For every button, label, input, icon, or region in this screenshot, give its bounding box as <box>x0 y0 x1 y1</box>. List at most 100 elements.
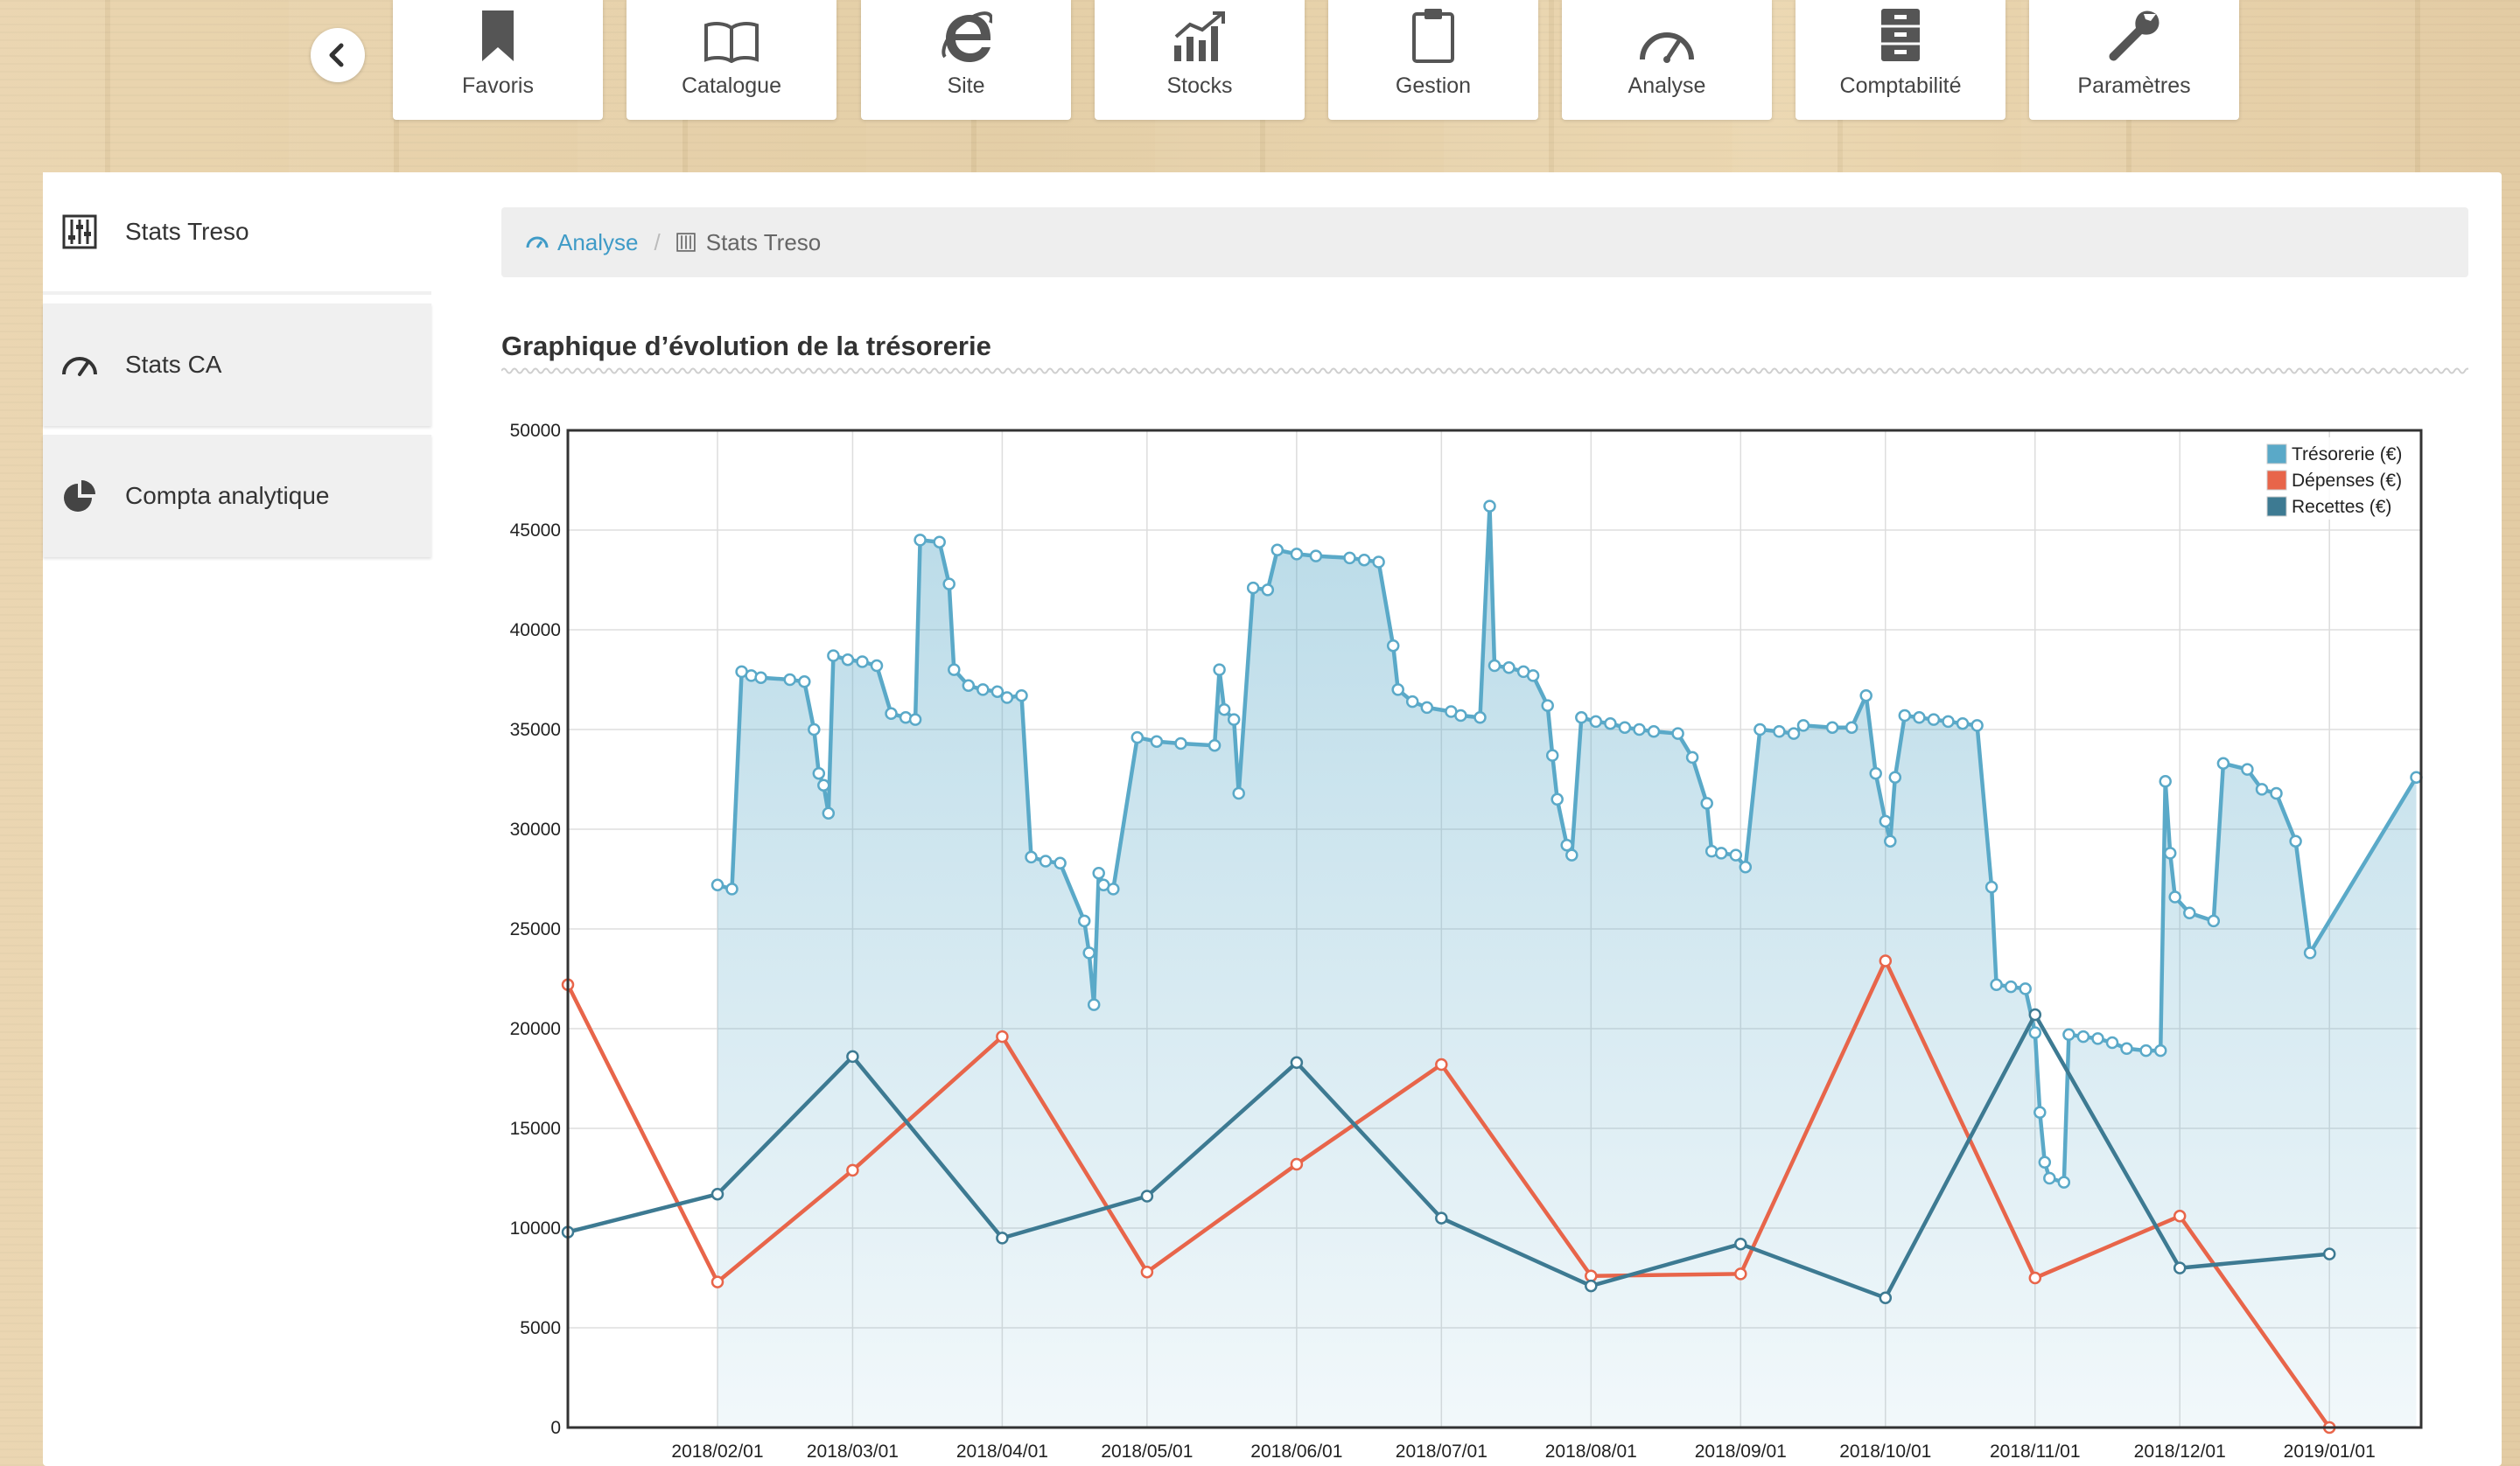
nav-tile-favoris[interactable]: Favoris <box>393 0 603 120</box>
data-point-tresorerie <box>2241 763 2254 776</box>
data-point-tresorerie <box>754 671 767 684</box>
sliders-icon <box>60 213 99 251</box>
data-point-tresorerie <box>2004 980 2018 994</box>
data-point-tresorerie <box>1671 727 1684 740</box>
data-point-depenses <box>710 1275 724 1288</box>
data-point-depenses <box>2028 1271 2042 1285</box>
data-point-tresorerie <box>1025 850 1038 864</box>
data-point-recettes <box>2173 1261 2187 1274</box>
data-point-tresorerie <box>2019 982 2032 995</box>
data-point-tresorerie <box>1545 749 1559 762</box>
internet-explorer-icon <box>942 11 992 62</box>
y-tick-label: 5000 <box>520 1318 561 1338</box>
data-point-tresorerie <box>2207 914 2221 928</box>
data-point-tresorerie <box>1754 723 1767 736</box>
back-button[interactable] <box>311 28 365 82</box>
sidebar-item-stats-treso[interactable]: Stats Treso <box>43 172 431 295</box>
data-point-tresorerie <box>798 675 811 688</box>
data-point-tresorerie <box>1217 702 1231 716</box>
nav-tile-comptabilite[interactable]: Comptabilité <box>1796 0 2006 120</box>
data-point-tresorerie <box>1825 721 1839 734</box>
nav-tile-analyse[interactable]: Analyse <box>1562 0 1772 120</box>
data-point-tresorerie <box>2057 1176 2071 1189</box>
x-tick-label: 2018/06/01 <box>1250 1442 1342 1462</box>
data-point-tresorerie <box>2303 946 2317 960</box>
gauge-icon <box>60 346 99 384</box>
data-point-tresorerie <box>1526 669 1540 682</box>
data-point-tresorerie <box>1560 838 1573 852</box>
data-point-recettes <box>2322 1247 2336 1260</box>
sidebar-item-label: Compta analytique <box>125 482 330 509</box>
data-point-tresorerie <box>2159 775 2172 788</box>
sidebar-item-compta-analytique[interactable]: Compta analytique <box>43 435 431 557</box>
data-point-recettes <box>1734 1237 1747 1251</box>
archive-cabinet-icon <box>1881 9 1920 61</box>
data-point-tresorerie <box>1309 549 1323 562</box>
data-point-tresorerie <box>1942 715 1955 729</box>
x-tick-label: 2018/09/01 <box>1695 1442 1787 1462</box>
nav-tile-stocks[interactable]: Stocks <box>1095 0 1305 120</box>
legend-swatch <box>2266 443 2287 464</box>
data-point-recettes <box>1879 1291 1893 1305</box>
data-point-tresorerie <box>933 535 946 548</box>
data-point-recettes <box>996 1232 1009 1245</box>
data-point-tresorerie <box>1372 555 1385 569</box>
data-point-tresorerie <box>1343 551 1356 565</box>
data-point-tresorerie <box>1000 691 1014 704</box>
nav-tile-site[interactable]: Site <box>861 0 1071 120</box>
data-point-depenses <box>1879 954 1893 967</box>
book-icon <box>704 22 759 63</box>
data-point-tresorerie <box>1647 725 1661 738</box>
data-point-tresorerie <box>1714 847 1728 860</box>
data-point-tresorerie <box>2091 1032 2104 1045</box>
data-point-tresorerie <box>1859 688 1872 702</box>
nav-label: Paramètres <box>2077 73 2191 98</box>
data-point-tresorerie <box>1290 548 1304 561</box>
data-point-recettes <box>1435 1211 1448 1225</box>
data-point-depenses <box>1290 1157 1304 1171</box>
data-point-tresorerie <box>1796 719 1810 732</box>
data-point-tresorerie <box>822 806 836 820</box>
data-point-tresorerie <box>1618 721 1632 734</box>
sidebar-item-stats-ca[interactable]: Stats CA <box>43 304 431 426</box>
data-point-tresorerie <box>2153 1044 2167 1058</box>
legend-swatch <box>2266 470 2287 491</box>
data-point-recettes <box>1140 1190 1154 1203</box>
y-tick-label: 40000 <box>510 620 561 640</box>
data-point-tresorerie <box>1550 792 1564 806</box>
sliders-icon <box>676 233 696 252</box>
wrench-icon <box>2109 10 2160 61</box>
x-tick-label: 2018/02/01 <box>671 1442 763 1462</box>
data-point-tresorerie <box>2139 1044 2152 1058</box>
y-tick-label: 0 <box>550 1418 561 1438</box>
y-tick-label: 10000 <box>510 1218 561 1239</box>
x-tick-label: 2018/12/01 <box>2134 1442 2226 1462</box>
x-tick-label: 2018/10/01 <box>1839 1442 1931 1462</box>
breadcrumb-link-analyse[interactable]: Analyse <box>557 229 639 256</box>
data-point-tresorerie <box>1888 771 1902 784</box>
data-point-tresorerie <box>2216 757 2230 771</box>
data-point-depenses <box>846 1163 859 1177</box>
treasury-chart: 0 5000 10000 15000 20000 25000 30000 35000 40000… <box>510 421 2423 1462</box>
data-point-tresorerie <box>1474 711 1487 724</box>
data-point-tresorerie <box>725 883 738 896</box>
data-point-tresorerie <box>1150 735 1164 748</box>
data-point-tresorerie <box>1541 699 1554 712</box>
data-point-tresorerie <box>976 683 990 696</box>
data-point-tresorerie <box>1454 709 1467 723</box>
data-point-tresorerie <box>1685 750 1699 764</box>
nav-tile-gestion[interactable]: Gestion <box>1328 0 1538 120</box>
nav-tile-catalogue[interactable]: Catalogue <box>626 0 836 120</box>
breadcrumb-separator: / <box>654 228 661 255</box>
legend-label: Trésorerie (€) <box>2292 444 2402 464</box>
data-point-tresorerie <box>1092 866 1105 880</box>
data-point-depenses <box>996 1030 1009 1044</box>
data-point-tresorerie <box>2105 1036 2119 1050</box>
nav-tile-parametres[interactable]: Paramètres <box>2029 0 2239 120</box>
data-point-depenses <box>2173 1210 2187 1223</box>
y-tick-label: 50000 <box>510 421 561 441</box>
data-point-tresorerie <box>1956 716 1970 730</box>
clipboard-icon <box>1412 9 1454 63</box>
data-point-tresorerie <box>885 707 898 721</box>
data-point-tresorerie <box>2062 1028 2076 1042</box>
